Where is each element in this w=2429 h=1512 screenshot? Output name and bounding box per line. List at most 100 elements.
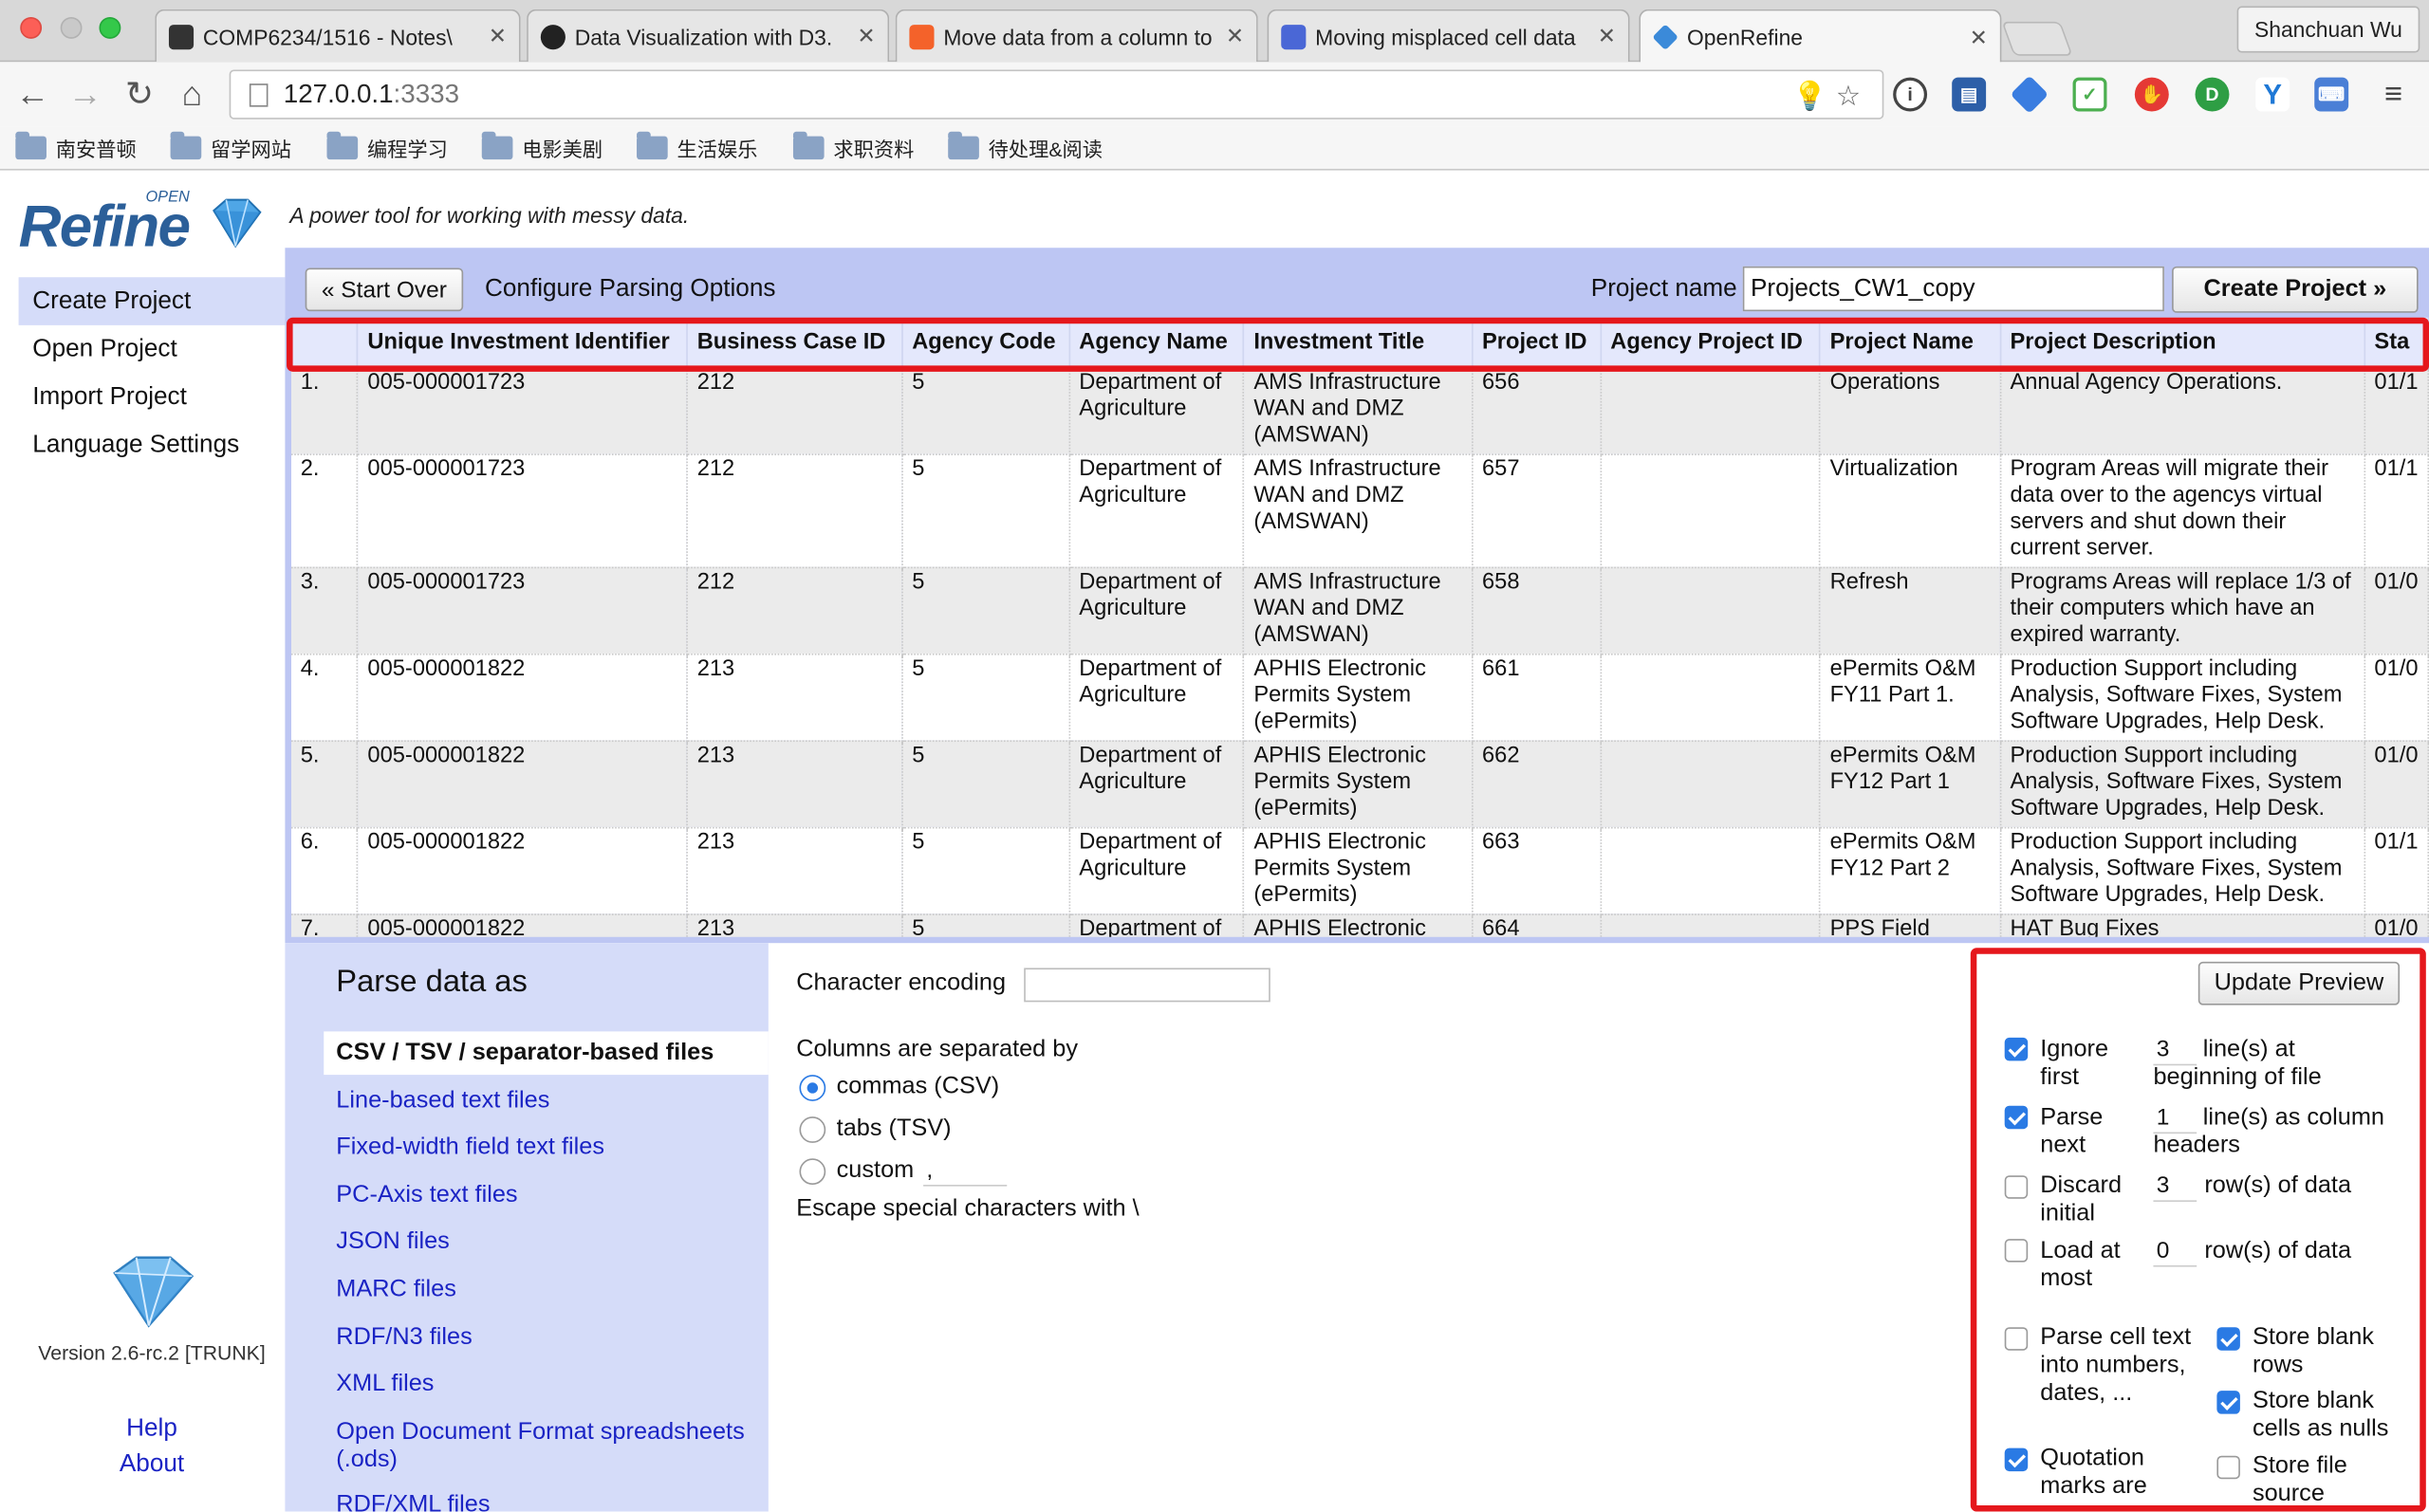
format-rdf-n3[interactable]: RDF/N3 files <box>324 1317 769 1360</box>
nav-language-settings[interactable]: Language Settings <box>19 421 286 470</box>
close-tab-icon[interactable]: ✕ <box>857 23 875 49</box>
notes-favicon-icon <box>168 24 195 49</box>
create-project-button[interactable]: Create Project » <box>2172 266 2419 313</box>
table-cell: 005-000001822 <box>357 913 688 937</box>
maximize-window-button[interactable] <box>99 16 121 39</box>
data-preview[interactable]: Unique Investment Identifier Business Ca… <box>285 317 2429 944</box>
profile-button[interactable]: Shanchuan Wu <box>2236 6 2420 53</box>
format-xml[interactable]: XML files <box>324 1363 769 1407</box>
discard-initial-checkbox[interactable] <box>2004 1175 2029 1199</box>
store-file-source-checkbox[interactable] <box>2216 1455 2240 1480</box>
radio-tabs[interactable] <box>799 1116 826 1143</box>
table-cell: AMS Infrastructure WAN and DMZ (AMSWAN) <box>1243 366 1474 455</box>
store-blank-rows-checkbox[interactable] <box>2216 1327 2240 1351</box>
quotation-marks-checkbox[interactable] <box>2004 1447 2029 1472</box>
start-over-button[interactable]: « Start Over <box>305 267 464 312</box>
table-cell: 5 <box>901 366 1070 455</box>
close-tab-icon[interactable]: ✕ <box>1970 24 1988 50</box>
extension-shield-icon[interactable]: ✓ <box>2072 77 2107 112</box>
extension-book-icon[interactable]: ▤ <box>1952 77 1987 112</box>
table-cell: 005-000001822 <box>357 740 688 828</box>
lightbulb-icon[interactable]: 💡 <box>1792 81 1827 113</box>
radio-commas[interactable] <box>799 1075 826 1101</box>
table-cell: HAT Bug Fixes <box>1999 913 2365 937</box>
store-blank-nulls-checkbox[interactable] <box>2216 1391 2240 1414</box>
browser-tab-1[interactable]: COMP6234/1516 - Notes\ ✕ <box>155 9 521 63</box>
character-encoding-input[interactable] <box>1024 968 1270 1003</box>
column-header: Agency Name <box>1068 317 1245 368</box>
table-cell: Department of Agriculture <box>1068 740 1245 828</box>
format-pc-axis[interactable]: PC-Axis text files <box>324 1174 769 1218</box>
load-at-most-input[interactable] <box>2153 1235 2197 1267</box>
format-json[interactable]: JSON files <box>324 1221 769 1264</box>
folder-icon <box>15 131 46 160</box>
address-bar[interactable]: 127.0.0.1 :3333 💡 ☆ <box>229 69 1884 120</box>
table-cell: Department of Agriculture <box>1068 913 1245 937</box>
tab-title: OpenRefine <box>1687 25 1804 50</box>
close-tab-icon[interactable]: ✕ <box>489 23 507 49</box>
table-row: 6. 005-000001822 213 5 Department of Agricul… <box>290 826 2429 915</box>
forward-arrow-icon[interactable]: → <box>65 74 105 114</box>
bookmark-folder[interactable]: 生活娱乐 <box>637 131 757 162</box>
project-name-label: Project name <box>1590 275 1737 303</box>
table-cell: 01/0 <box>2364 653 2429 742</box>
extension-adblock-icon[interactable]: ✋ <box>2134 77 2169 112</box>
update-preview-button[interactable]: Update Preview <box>2197 961 2401 1005</box>
back-arrow-icon[interactable]: ← <box>12 74 52 114</box>
about-link[interactable]: About <box>0 1451 304 1479</box>
minimize-window-button[interactable] <box>60 16 83 39</box>
bookmark-folder[interactable]: 电影美剧 <box>481 131 603 162</box>
format-line-based[interactable]: Line-based text files <box>324 1079 769 1123</box>
extension-y-icon[interactable]: Y <box>2255 77 2290 112</box>
browser-tab-openrefine[interactable]: OpenRefine ✕ <box>1639 9 2002 64</box>
bookmark-label: 求职资料 <box>833 138 915 161</box>
browser-tab-4[interactable]: Moving misplaced cell data ✕ <box>1267 9 1630 63</box>
discard-initial-input[interactable] <box>2153 1171 2197 1202</box>
format-fixed-width[interactable]: Fixed-width field text files <box>324 1126 769 1170</box>
extension-d-icon[interactable]: D <box>2195 77 2230 112</box>
close-window-button[interactable] <box>20 16 43 39</box>
parse-data-as-title: Parse data as <box>336 965 528 1000</box>
help-link[interactable]: Help <box>0 1415 304 1443</box>
column-header: Project ID <box>1472 317 1602 368</box>
bookmark-folder[interactable]: 求职资料 <box>792 131 915 162</box>
project-name-input[interactable] <box>1742 266 2164 312</box>
format-csv[interactable]: CSV / TSV / separator-based files <box>324 1031 769 1076</box>
openrefine-logo[interactable]: Refine OPEN <box>19 186 267 264</box>
load-at-most-checkbox[interactable] <box>2004 1239 2029 1263</box>
store-blank-nulls-label: Store blank cells as nulls <box>2252 1387 2389 1443</box>
format-marc[interactable]: MARC files <box>324 1268 769 1312</box>
folder-icon <box>481 131 513 160</box>
bookmark-star-icon[interactable]: ☆ <box>1836 81 1861 113</box>
bookmark-folder[interactable]: 留学网站 <box>170 131 291 162</box>
url-port: :3333 <box>393 79 460 109</box>
close-tab-icon[interactable]: ✕ <box>1226 23 1244 49</box>
parse-cell-text-checkbox[interactable] <box>2004 1327 2029 1351</box>
browser-tab-3[interactable]: Move data from a column to ✕ <box>895 9 1258 63</box>
parse-next-checkbox[interactable] <box>2004 1105 2029 1130</box>
format-rdf-xml[interactable]: RDF/XML files <box>324 1484 769 1511</box>
browser-menu-icon[interactable]: ≡ <box>2377 77 2411 112</box>
extension-keyboard-icon[interactable]: ⌨ <box>2314 77 2349 112</box>
custom-separator-input[interactable] <box>923 1154 1008 1187</box>
blogger-favicon-icon <box>909 24 935 49</box>
browser-tab-2[interactable]: Data Visualization with D3. ✕ <box>527 9 890 63</box>
home-icon[interactable]: ⌂ <box>172 74 212 114</box>
bookmark-folder[interactable]: 待处理&阅读 <box>948 131 1103 162</box>
format-ods[interactable]: Open Document Format spreadsheets (.ods) <box>324 1415 769 1477</box>
table-row: 2. 005-000001723 212 5 Department of Agricul… <box>290 453 2429 568</box>
close-tab-icon[interactable]: ✕ <box>1598 23 1616 49</box>
row-number: 3. <box>290 566 359 655</box>
bookmark-folder[interactable]: 编程学习 <box>326 131 448 162</box>
new-tab-button[interactable] <box>2001 21 2073 56</box>
extension-info-icon[interactable]: i <box>1893 77 1928 112</box>
nav-import-project[interactable]: Import Project <box>19 373 286 421</box>
table-cell: Department of Agriculture <box>1068 453 1245 568</box>
bookmark-folder[interactable]: 南安普顿 <box>15 131 137 162</box>
ignore-first-checkbox[interactable] <box>2004 1037 2029 1061</box>
nav-open-project[interactable]: Open Project <box>19 325 286 374</box>
radio-custom[interactable] <box>799 1158 826 1186</box>
nav-create-project[interactable]: Create Project <box>18 277 286 325</box>
reload-icon[interactable]: ↻ <box>120 74 159 114</box>
tab-title: COMP6234/1516 - Notes\ <box>202 24 453 49</box>
